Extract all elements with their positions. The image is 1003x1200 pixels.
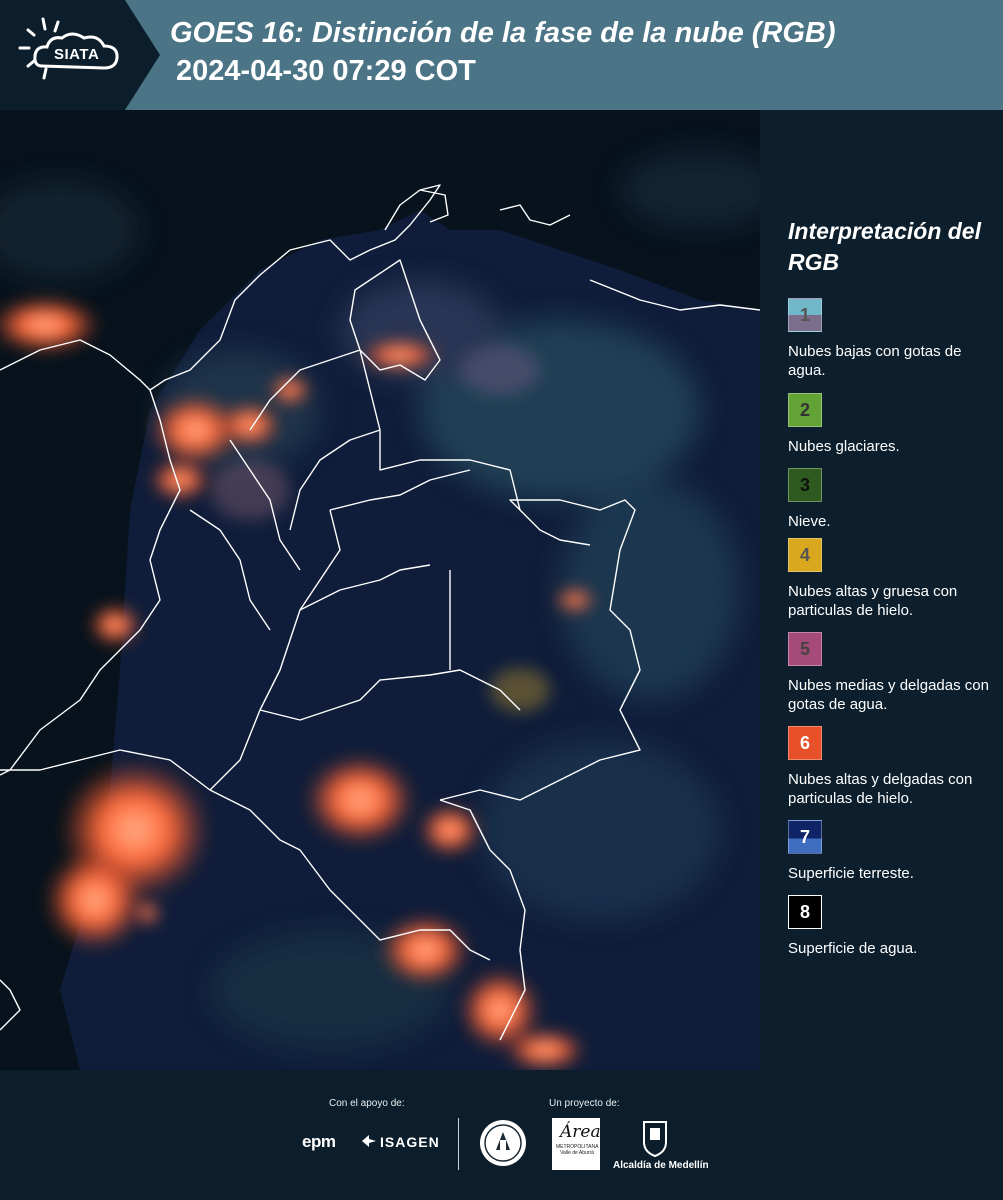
legend-item-2: 2 Nubes glaciares. [788, 393, 998, 456]
legend-swatch-2: 2 [788, 393, 822, 427]
satellite-map [0, 110, 760, 1070]
legend-item-4: 4 Nubes altas y gruesa con particulas de… [788, 538, 998, 620]
legend-label-2: Nubes glaciares. [788, 438, 900, 455]
siata-logo: SIATA [0, 0, 160, 110]
legend-item-8: 8 Superficie de agua. [788, 895, 998, 958]
isagen-logo: ISAGEN [380, 1134, 440, 1150]
legend-swatch-6: 6 [788, 726, 822, 760]
legend-item-5: 5 Nubes medias y delgadas con gotas de a… [788, 632, 998, 714]
legend-number-7: 7 [799, 826, 810, 847]
amva-logo: Área METROPOLITANA Valle de Aburrá [552, 1118, 601, 1170]
title-line-2: 2024-04-30 07:29 COT [176, 55, 476, 87]
legend-label-7: Superficie terreste. [788, 865, 914, 882]
legend-number-8: 8 [799, 901, 810, 922]
footer-divider [458, 1118, 459, 1170]
epm-logo: epm [302, 1132, 336, 1151]
logo-text: SIATA [54, 46, 100, 63]
legend-item-1: 1 Nubes bajas con gotas de agua. [788, 298, 998, 380]
medellin-label: Alcaldía de Medellín [613, 1160, 709, 1171]
legend-swatch-4: 4 [788, 538, 822, 572]
legend-label-1: Nubes bajas con gotas de agua. [788, 343, 962, 379]
isagen-icon [362, 1135, 376, 1147]
project-label: Un proyecto de: [549, 1098, 620, 1109]
page-title: GOES 16: Distinción de la fase de la nub… [170, 14, 836, 90]
legend-number-5: 5 [799, 638, 810, 659]
legend-swatch-3: 3 [788, 468, 822, 502]
legend-number-2: 2 [799, 399, 810, 420]
legend-label-6: Nubes altas y delgadas con particulas de… [788, 771, 973, 807]
support-label: Con el apoyo de: [329, 1098, 405, 1109]
udea-seal-icon [480, 1120, 526, 1166]
legend-number-4: 4 [799, 544, 810, 565]
legend-label-3: Nieve. [788, 513, 831, 530]
legend-item-7: 7 Superficie terreste. [788, 820, 998, 883]
legend-number-6: 6 [799, 732, 810, 753]
title-line-1: GOES 16: Distinción de la fase de la nub… [170, 17, 836, 49]
legend-item-6: 6 Nubes altas y delgadas con particulas … [788, 726, 998, 808]
legend-item-3: 3 Nieve. [788, 468, 998, 531]
medellin-shield-icon [643, 1121, 667, 1158]
legend-panel: Interpretación del RGB 1 Nubes bajas con… [760, 110, 1003, 1070]
legend-label-4: Nubes altas y gruesa con particulas de h… [788, 583, 958, 619]
legend-title: Interpretación del RGB [788, 218, 981, 275]
legend-number-3: 3 [799, 474, 810, 495]
header: SIATA GOES 16: Distinción de la fase de … [0, 0, 1003, 110]
legend-swatch-5: 5 [788, 632, 822, 666]
footer: Con el apoyo de: Un proyecto de: epm ISA… [0, 1070, 1003, 1200]
legend-swatch-1: 1 [788, 298, 822, 332]
legend-swatch-8: 8 [788, 895, 822, 929]
amva-script: Área [560, 1122, 601, 1142]
map-image [0, 110, 760, 1070]
amva-text: METROPOLITANA Valle de Aburrá [556, 1144, 599, 1156]
legend-label-5: Nubes medias y delgadas con gotas de agu… [788, 677, 989, 713]
legend-number-1: 1 [799, 304, 810, 325]
legend-swatch-7: 7 [788, 820, 822, 854]
legend-label-8: Superficie de agua. [788, 940, 918, 957]
